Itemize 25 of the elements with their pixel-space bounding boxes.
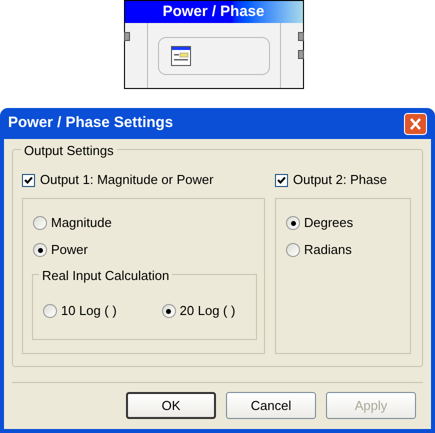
dialog-button[interactable]: OK bbox=[126, 392, 216, 419]
radio-label: Power bbox=[51, 241, 88, 260]
radio-label: Magnitude bbox=[51, 214, 112, 232]
checkbox-label: Output 1: Magnitude or Power bbox=[40, 171, 214, 190]
radio-label: 10 Log ( ) bbox=[61, 302, 117, 320]
checkbox[interactable] bbox=[22, 174, 35, 186]
window-icon bbox=[170, 46, 190, 66]
radio-button[interactable] bbox=[33, 216, 47, 230]
checkbox-label: Output 2: Phase bbox=[293, 171, 387, 190]
block-node[interactable]: Power / Phase bbox=[124, 0, 304, 89]
radio-button[interactable] bbox=[33, 243, 47, 257]
radio-button[interactable] bbox=[286, 216, 300, 230]
dialog-button[interactable]: Cancel bbox=[226, 392, 316, 419]
window-title: Power / Phase Settings bbox=[8, 113, 174, 134]
radio-label: Degrees bbox=[304, 214, 354, 232]
dialog-button: Apply bbox=[326, 392, 416, 419]
input-port[interactable] bbox=[124, 32, 130, 41]
block-title: Power / Phase bbox=[124, 1, 302, 23]
radio-button[interactable] bbox=[162, 304, 176, 318]
checkbox[interactable] bbox=[275, 174, 288, 186]
radio-button[interactable] bbox=[286, 243, 300, 257]
radio-label: 20 Log ( ) bbox=[180, 302, 236, 320]
radio-label: Radians bbox=[304, 241, 352, 260]
radio-button[interactable] bbox=[43, 304, 57, 318]
close-icon[interactable] bbox=[404, 112, 427, 134]
